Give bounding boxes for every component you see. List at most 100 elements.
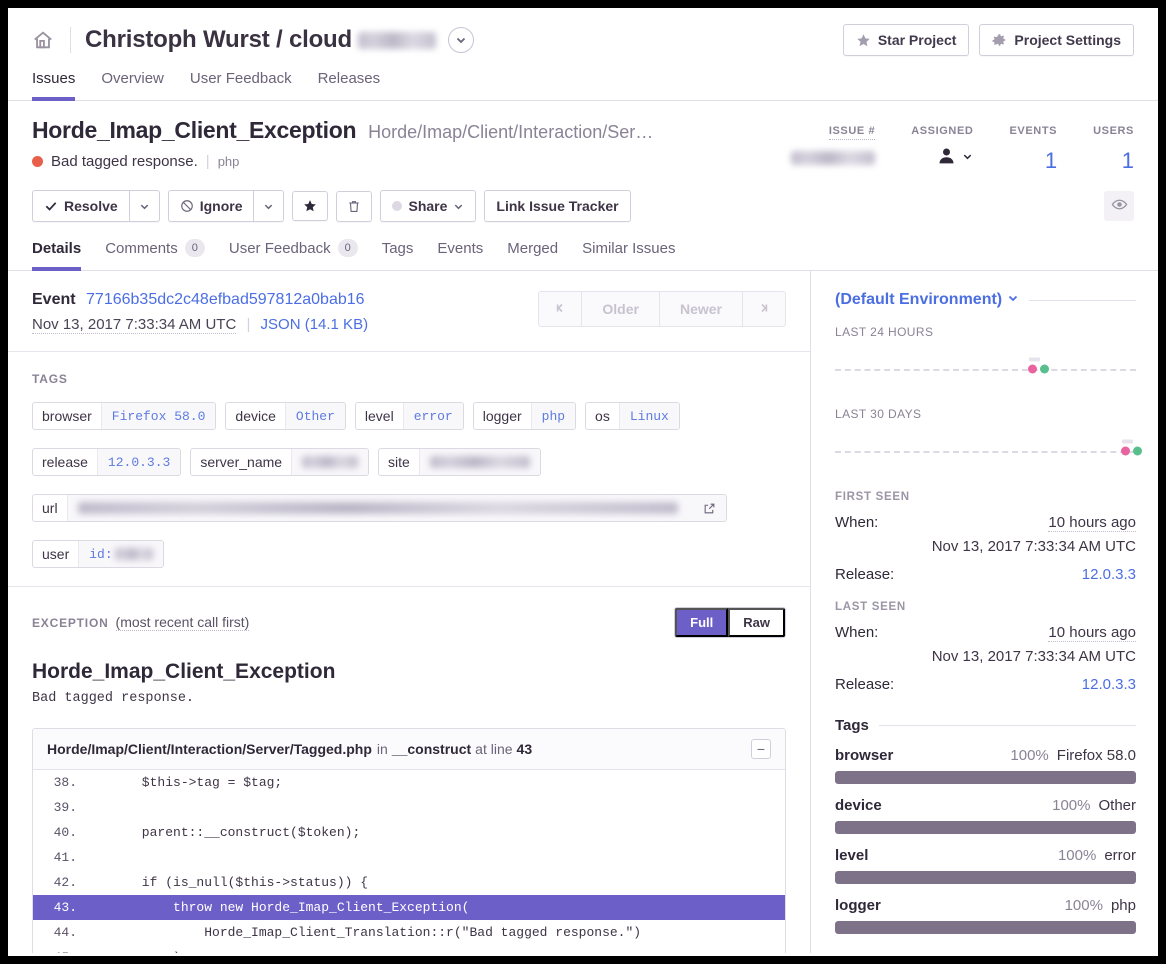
- tab-similar-issues[interactable]: Similar Issues: [582, 239, 675, 271]
- last-seen-release[interactable]: 12.0.3.3: [1082, 676, 1136, 693]
- tag-logger[interactable]: logger php: [472, 402, 577, 430]
- when-label: When:: [835, 514, 879, 531]
- tag-release[interactable]: release 12.0.3.3: [32, 448, 182, 476]
- tag-user[interactable]: user id:: [32, 540, 164, 568]
- subscribe-button[interactable]: [1104, 191, 1134, 221]
- collapse-frame-button[interactable]: −: [751, 739, 771, 759]
- tag-os[interactable]: os Linux: [585, 402, 680, 430]
- event-id[interactable]: 77166b35dc2c48efbad597812a0bab16: [86, 291, 365, 308]
- tags-section: TAGS browser Firefox 58.0 device Other l…: [8, 352, 810, 587]
- header-actions: Star Project Project Settings: [842, 24, 1134, 56]
- tag-distribution-device[interactable]: device 100% Other: [835, 797, 1136, 834]
- tag-level[interactable]: level error: [354, 402, 464, 430]
- share-label: Share: [408, 198, 448, 214]
- pager-newer-button[interactable]: Newer: [659, 291, 743, 327]
- stack-frame-in: in: [376, 741, 388, 757]
- tab-user-feedback[interactable]: User Feedback 0: [229, 239, 358, 271]
- tag-key: level: [364, 408, 394, 424]
- environment-selector[interactable]: (Default Environment): [835, 291, 1019, 309]
- nav-tab-overview[interactable]: Overview: [101, 70, 164, 101]
- tag-distribution-key: device: [835, 797, 882, 814]
- link-issue-tracker-button[interactable]: Link Issue Tracker: [484, 190, 631, 222]
- share-icon: [392, 201, 403, 211]
- tag-distribution-level[interactable]: level 100% error: [835, 847, 1136, 884]
- eye-icon: [1111, 196, 1128, 216]
- event-json-link[interactable]: JSON (14.1 KB): [261, 316, 369, 333]
- code-context: 38. $this->tag = $tag; 39. 40. parent::_…: [33, 770, 785, 953]
- tag-distribution-logger[interactable]: logger 100% php: [835, 897, 1136, 934]
- resolve-button[interactable]: Resolve: [32, 190, 129, 222]
- last-seen-release-row: Release: 12.0.3.3: [835, 676, 1136, 693]
- tag-site[interactable]: site: [378, 448, 541, 476]
- delete-button[interactable]: [336, 190, 373, 222]
- tab-details[interactable]: Details: [32, 239, 82, 271]
- ignore-button[interactable]: Ignore: [167, 190, 254, 222]
- tab-comments[interactable]: Comments 0: [105, 239, 205, 271]
- chart-24-hours[interactable]: [835, 347, 1136, 391]
- tag-url[interactable]: url: [32, 494, 727, 522]
- first-seen-release-row: Release: 12.0.3.3: [835, 566, 1136, 583]
- tag-browser[interactable]: browser Firefox 58.0: [32, 402, 217, 430]
- tag-key: site: [388, 454, 410, 470]
- stat-events-value[interactable]: 1: [1009, 148, 1057, 174]
- tab-comments-badge: 0: [184, 239, 205, 257]
- stat-users-value[interactable]: 1: [1093, 148, 1134, 174]
- ignore-button-group: Ignore: [167, 190, 285, 222]
- stack-frame-function: __construct: [391, 741, 472, 757]
- when-label: When:: [835, 624, 879, 641]
- line-number: 39.: [53, 800, 77, 815]
- share-button[interactable]: Share: [380, 190, 477, 222]
- resolve-dropdown-button[interactable]: [128, 190, 160, 222]
- ignore-dropdown-button[interactable]: [253, 190, 285, 222]
- issue-sidebar: (Default Environment) LAST 24 HOURS LAST…: [811, 271, 1158, 953]
- chart-label-30d: LAST 30 DAYS: [835, 407, 922, 421]
- code-line: 44. Horde_Imap_Client_Translation::r("Ba…: [33, 920, 785, 945]
- tag-distribution-pct: 100%: [1010, 747, 1049, 764]
- tab-user-feedback-badge: 0: [337, 239, 358, 257]
- code-line: 41.: [33, 845, 785, 870]
- tag-distribution-value: Firefox 58.0: [1056, 747, 1136, 764]
- assignee-selector[interactable]: [911, 145, 973, 169]
- project-settings-button[interactable]: Project Settings: [979, 24, 1134, 56]
- last-seen-date: Nov 13, 2017 7:33:34 AM UTC: [931, 648, 1136, 665]
- pager-older-button[interactable]: Older: [582, 291, 660, 327]
- event-info: Event 77166b35dc2c48efbad597812a0bab16 N…: [32, 291, 538, 334]
- pager-newest-button[interactable]: [743, 291, 786, 327]
- external-link-icon[interactable]: [703, 502, 716, 515]
- stack-frame-header[interactable]: Horde/Imap/Client/Interaction/Server/Tag…: [33, 729, 785, 770]
- tab-events[interactable]: Events: [437, 239, 483, 271]
- chart-points: [1027, 357, 1049, 374]
- tag-server-name[interactable]: server_name: [190, 448, 370, 476]
- bookmark-button[interactable]: [292, 191, 329, 221]
- tag-distribution-key: browser: [835, 747, 894, 764]
- tag-device[interactable]: device Other: [225, 402, 346, 430]
- nav-tab-issues[interactable]: Issues: [32, 70, 76, 101]
- toggle-full-button[interactable]: Full: [675, 608, 729, 637]
- tab-merged[interactable]: Merged: [507, 239, 558, 271]
- line-code: parent::__construct($token);: [95, 825, 361, 840]
- app-window: Christoph Wurst / cloud Star Project Pro…: [8, 8, 1158, 956]
- issue-subtitle: Bad tagged response. | php: [32, 153, 755, 170]
- chart-baseline: [835, 369, 1136, 371]
- chart-30-days[interactable]: [835, 429, 1142, 473]
- user-icon: [936, 145, 957, 169]
- toggle-raw-button[interactable]: Raw: [728, 608, 785, 637]
- stat-issue-number-label: ISSUE #: [828, 125, 876, 140]
- star-project-button[interactable]: Star Project: [842, 24, 970, 56]
- project-switcher-button[interactable]: [447, 27, 474, 53]
- header-divider: [70, 27, 71, 53]
- tab-tags[interactable]: Tags: [382, 239, 414, 271]
- section-rule: [1029, 299, 1136, 301]
- resolve-label: Resolve: [64, 198, 118, 214]
- stat-events-label: EVENTS: [1009, 125, 1058, 137]
- nav-tab-releases[interactable]: Releases: [318, 70, 381, 101]
- tag-distribution-row: browser 100% Firefox 58.0: [835, 747, 1136, 764]
- nav-tab-user-feedback[interactable]: User Feedback: [190, 70, 292, 101]
- issue-type: Horde_Imap_Client_Exception: [32, 117, 357, 143]
- pager-oldest-button[interactable]: [538, 291, 583, 327]
- chart-label-24h: LAST 24 HOURS: [835, 325, 934, 339]
- home-icon[interactable]: [32, 28, 56, 52]
- tag-distribution-browser[interactable]: browser 100% Firefox 58.0: [835, 747, 1136, 784]
- tag-key: server_name: [200, 454, 283, 470]
- first-seen-release[interactable]: 12.0.3.3: [1082, 566, 1136, 583]
